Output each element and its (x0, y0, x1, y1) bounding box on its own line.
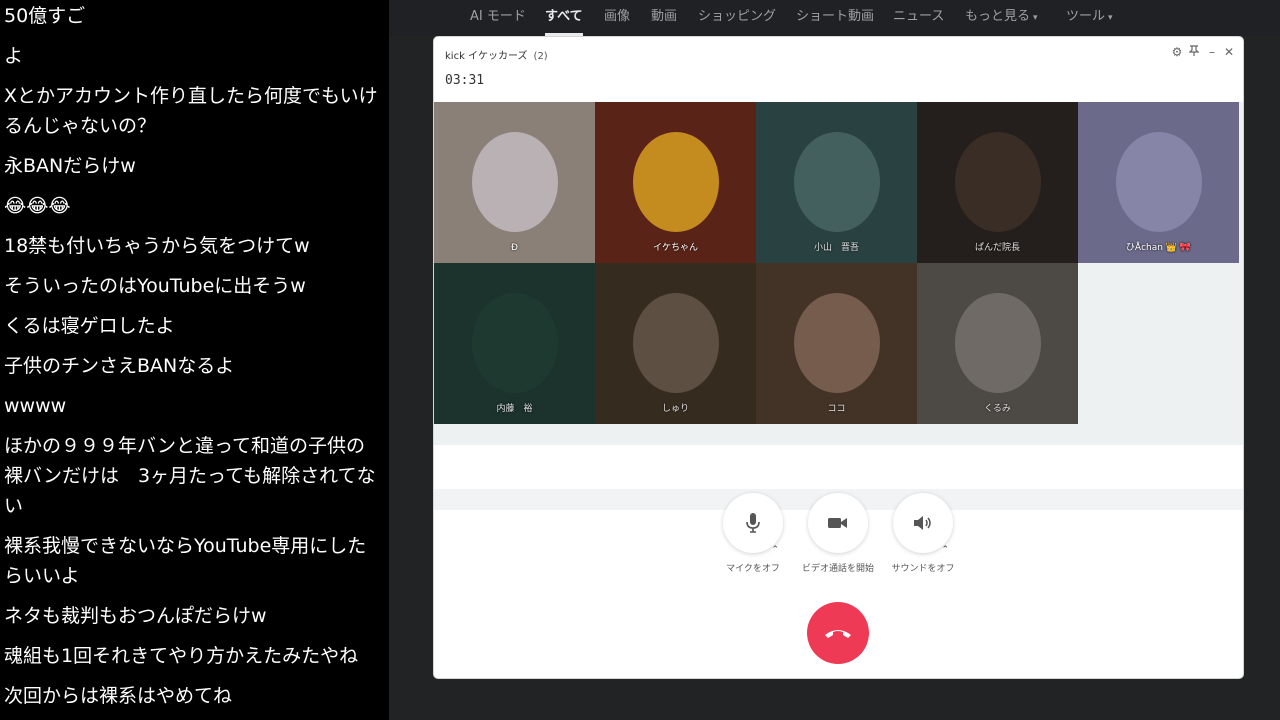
speaker-icon (914, 516, 931, 530)
chat-message: くるは寝ゲロしたよ (4, 315, 175, 337)
participant-name: ココ (827, 404, 846, 414)
participant-name: ひÅchan 👑 🎀 (1125, 243, 1192, 253)
group-call-window: kick イケッカーズ (2) ⚙ – ✕ 03:31 Đ イケちゃん 小山 晋吾 ぱん… (434, 37, 1243, 678)
participant-avatar (633, 132, 719, 232)
tab-short-videos[interactable]: ショート動画 (796, 0, 874, 34)
tab-more[interactable]: もっと見る ▾ (965, 0, 1038, 34)
tab-images[interactable]: 画像 (604, 0, 630, 34)
tab-tools-label: ツール (1066, 9, 1106, 24)
minimize-icon[interactable]: – (1205, 45, 1219, 59)
settings-icon[interactable]: ⚙ (1170, 45, 1184, 59)
video-camera-icon (828, 518, 847, 528)
chat-panel: 50億すごよ Xとかアカウント作り直したら何度でもいけるんじゃないの？ 永BANだら… (0, 0, 389, 720)
chat-message: Xとかアカウント作り直したら何度でもいけるんじゃないの？ (4, 85, 378, 137)
participant-name: イケちゃん (652, 243, 698, 253)
chat-message: 魂組も1回それきてやり方かえたみたやね (4, 645, 359, 667)
participant-name: 内藤 裕 (496, 404, 533, 414)
chat-message: よ (4, 45, 24, 67)
chevron-up-icon[interactable]: ⌃ (771, 545, 779, 555)
chat-message: 次回からは裸系はやめてね (4, 685, 233, 707)
participant-tile[interactable]: ココ (756, 263, 917, 424)
caret-down-icon: ▾ (1033, 13, 1038, 23)
chat-message: そういったのはYouTubeに出そうw (4, 275, 306, 297)
participant-tile[interactable]: ひÅchan 👑 🎀 (1078, 102, 1239, 263)
video-label: ビデオ通話を開始 (801, 564, 874, 574)
participant-name: くるみ (984, 404, 1011, 414)
participant-avatar (794, 293, 880, 393)
participant-tile[interactable]: Đ (434, 102, 595, 263)
member-count: (2) (533, 51, 548, 62)
tab-ai-mode[interactable]: AI モード (470, 0, 526, 34)
search-nav-bar: AI モード すべて 画像 動画 ショッピング ショート動画 ニュース もっと見… (389, 0, 1280, 36)
chat-message: wwww (4, 395, 67, 417)
participant-tile[interactable]: くるみ (917, 263, 1078, 424)
participant-name: 小山 晋吾 (813, 243, 859, 253)
participant-avatar (633, 293, 719, 393)
participant-name: Đ (511, 243, 518, 253)
participant-name: ぱんだ院長 (974, 243, 1020, 253)
participant-avatar (955, 293, 1041, 393)
chat-message: ほかの９９９年バンと違って和道の子供の裸バンだけは 3ヶ月たっても解除されてない (4, 435, 376, 517)
close-icon[interactable]: ✕ (1222, 45, 1236, 59)
chevron-up-icon[interactable]: ⌃ (941, 545, 949, 555)
mic-label: マイクをオフ (726, 564, 780, 574)
participant-avatar (472, 293, 558, 393)
participant-avatar (794, 132, 880, 232)
sound-toggle-button[interactable]: ⌃ (893, 493, 953, 555)
chat-message: 😂😂😂 (4, 195, 71, 217)
chat-message: 18禁も付いちゃうから気をつけてw (4, 235, 310, 257)
participant-avatar (472, 132, 558, 232)
call-title: kick イケッカーズ (2) (445, 47, 548, 62)
tab-news[interactable]: ニュース (893, 0, 944, 34)
chat-message: 子供のチンさえBANなるよ (4, 355, 235, 377)
group-name: kick イケッカーズ (445, 51, 528, 62)
tab-tools[interactable]: ツール ▾ (1066, 0, 1113, 34)
participant-tile[interactable]: ぱんだ院長 (917, 102, 1078, 263)
participant-name: しゅり (661, 404, 689, 414)
sound-label: サウンドをオフ (891, 564, 955, 574)
tab-videos[interactable]: 動画 (651, 0, 677, 34)
mic-toggle-button[interactable]: ⌃ (723, 493, 783, 555)
end-call-button[interactable] (807, 602, 869, 664)
microphone-icon (746, 513, 760, 533)
tab-shopping[interactable]: ショッピング (698, 0, 776, 34)
participant-tile[interactable]: 内藤 裕 (434, 263, 595, 424)
tab-all[interactable]: すべて (545, 0, 583, 36)
chat-message: 裸系我慢できないならYouTube専用にしたらいいよ (4, 535, 367, 587)
phone-hangup-icon (825, 630, 851, 638)
participant-grid: Đ イケちゃん 小山 晋吾 ぱんだ院長 ひÅchan 👑 🎀 内藤 裕 しゅり ココ くるみ (434, 102, 1243, 510)
video-call-button[interactable] (808, 493, 868, 553)
caret-down-icon: ▾ (1108, 13, 1113, 23)
participant-tile[interactable]: 小山 晋吾 (756, 102, 917, 263)
chat-message: ネタも裁判もおつんぽだらけw (4, 605, 267, 627)
chat-message: 永BANだらけw (4, 155, 136, 177)
tab-more-label: もっと見る (965, 9, 1031, 24)
chat-message: 50億すご (4, 5, 86, 27)
participant-avatar (955, 132, 1041, 232)
participant-tile[interactable]: イケちゃん (595, 102, 756, 263)
pin-icon[interactable] (1187, 45, 1201, 59)
participant-tile[interactable]: しゅり (595, 263, 756, 424)
participant-avatar (1116, 132, 1202, 232)
call-timer: 03:31 (445, 73, 485, 88)
